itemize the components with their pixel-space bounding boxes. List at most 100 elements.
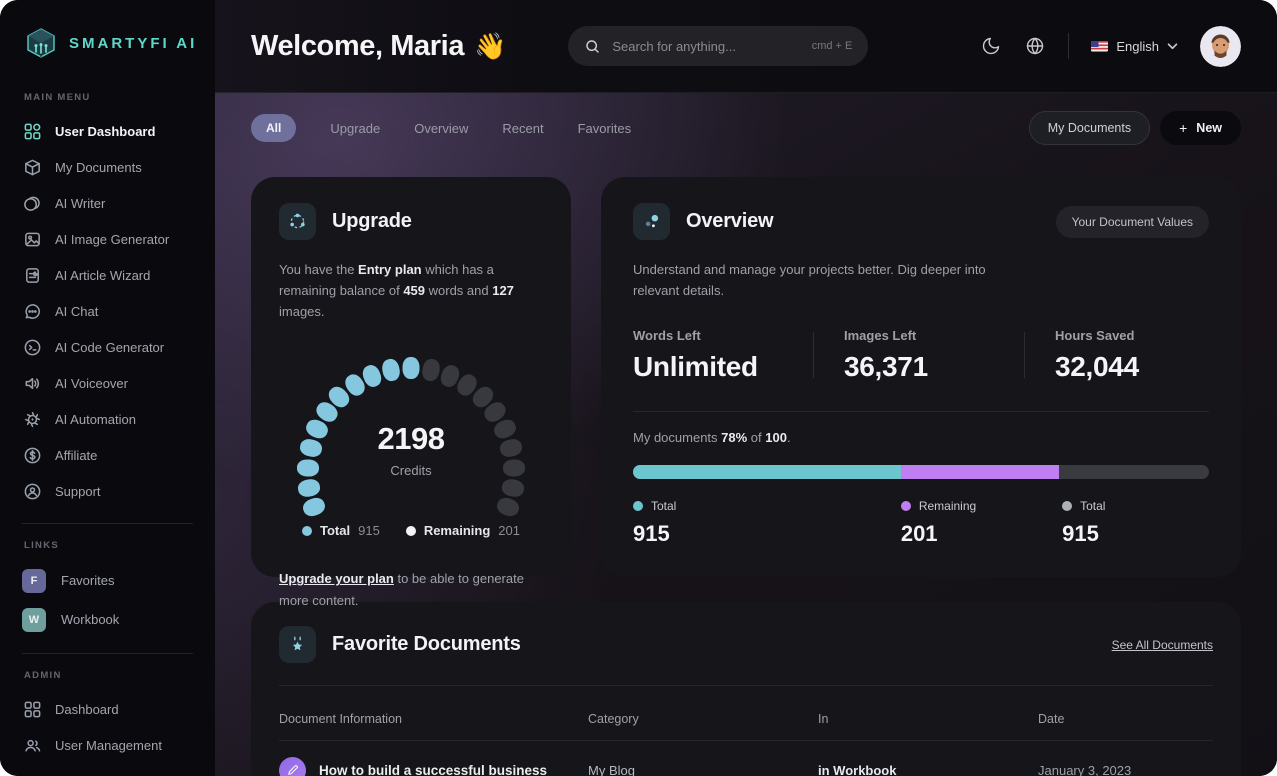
document-values-pill[interactable]: Your Document Values [1055, 205, 1209, 238]
table-header-row: Document Information Category In Date [279, 698, 1213, 740]
sidebar-item-ai-voiceover[interactable]: AI Voiceover [22, 365, 193, 401]
legend-dot [405, 525, 416, 536]
stat-divider [813, 332, 814, 379]
sidebar-item-favorites[interactable]: F Favorites [22, 561, 193, 600]
progress-legend-total: Total 915 [633, 498, 677, 546]
search-icon [584, 38, 601, 55]
sidebar-item-label: Workbook [61, 612, 120, 627]
code-icon [22, 337, 42, 357]
sidebar-item-user-management[interactable]: User Management [22, 727, 193, 763]
progress-segment-remaining [900, 464, 1060, 479]
page-title: Welcome, Maria 👋 [251, 30, 506, 63]
tab-all[interactable]: All [251, 114, 297, 142]
progress-legend-total-2: Total 915 [1062, 498, 1106, 546]
plus-icon: + [1179, 120, 1188, 136]
chat-icon [22, 301, 42, 321]
sidebar-item-ai-chat[interactable]: AI Chat [22, 293, 193, 329]
sidebar-item-label: AI Code Generator [55, 339, 165, 355]
sidebar-item-ai-article-wizard[interactable]: AI Article Wizard [22, 257, 193, 293]
gauge-legend: Total 915 Remaining 201 [279, 523, 543, 538]
documents-progress-bar [633, 464, 1209, 479]
sidebar-item-my-documents[interactable]: My Documents [22, 149, 193, 185]
document-date: January 3, 2023 [1038, 762, 1132, 776]
filter-tabs: All Upgrade Overview Recent Favorites [251, 114, 631, 142]
sidebar-item-label: Support [55, 483, 101, 499]
sidebar-item-admin-dashboard[interactable]: Dashboard [22, 691, 193, 727]
sidebar-item-label: Affiliate [55, 447, 98, 463]
sidebar-item-workbook[interactable]: W Workbook [22, 600, 193, 639]
column-document-information: Document Information [279, 712, 402, 726]
sidebar-item-ai-writer[interactable]: AI Writer [22, 185, 193, 221]
sidebar-item-support[interactable]: Support [22, 473, 193, 509]
sidebar-divider [22, 653, 193, 654]
table-row[interactable]: How to build a successful business My Bl… [279, 741, 1213, 776]
tab-favorites[interactable]: Favorites [578, 121, 631, 136]
stat-words-left: Words Left Unlimited [633, 327, 758, 382]
wave-emoji: 👋 [474, 30, 507, 61]
stat-hours-saved: Hours Saved 32,044 [1055, 327, 1139, 382]
us-flag-icon [1091, 40, 1109, 52]
column-category: Category [588, 712, 639, 726]
sidebar-item-user-dashboard[interactable]: User Dashboard [22, 113, 193, 149]
brand-logo: SMARTYFI AI [22, 24, 194, 62]
legend-dot [302, 525, 313, 536]
tab-recent[interactable]: Recent [502, 121, 543, 136]
stat-images-left: Images Left 36,371 [844, 327, 928, 382]
new-button-label: New [1196, 121, 1222, 135]
document-category: My Blog [588, 762, 635, 776]
language-selector[interactable]: English [1091, 37, 1178, 55]
overview-card-header: Overview Your Document Values [633, 203, 1209, 240]
credits-label: Credits [390, 463, 432, 479]
column-date: Date [1038, 712, 1065, 726]
article-icon [22, 265, 42, 285]
upgrade-note: Upgrade your plan to be able to generate… [279, 571, 524, 608]
favorite-documents-section: Favorite Documents See All Documents Doc… [251, 602, 1241, 776]
tab-upgrade[interactable]: Upgrade [330, 121, 380, 136]
upgrade-card: Upgrade You have the Entry plan which ha… [251, 177, 571, 608]
writer-icon [22, 193, 42, 213]
dots-cluster-icon [633, 203, 670, 240]
new-button[interactable]: + New [1160, 111, 1241, 145]
cube-logo-icon [22, 24, 60, 62]
sidebar-item-affiliate[interactable]: Affiliate [22, 437, 193, 473]
support-icon [22, 481, 42, 501]
see-all-documents-link[interactable]: See All Documents [1112, 638, 1213, 652]
greeting-text: Welcome, Maria [251, 29, 465, 62]
user-avatar[interactable] [1200, 25, 1241, 67]
sidebar-item-ai-automation[interactable]: AI Automation [22, 401, 193, 437]
sidebar-item-label: AI Writer [55, 195, 106, 211]
upgrade-card-title: Upgrade [332, 210, 412, 232]
credits-value: 2198 [377, 421, 445, 457]
search-shortcut: cmd + E [811, 40, 853, 52]
legend-remaining: Remaining 201 [405, 523, 520, 538]
upgrade-card-header: Upgrade [279, 203, 543, 240]
topbar: Welcome, Maria 👋 cmd + E [215, 0, 1277, 92]
workbook-badge: W [22, 607, 46, 632]
sidebar-item-label: Dashboard [55, 701, 119, 717]
search-bar[interactable]: cmd + E [568, 26, 869, 66]
globe-icon[interactable] [1024, 35, 1046, 57]
dashboard-content: All Upgrade Overview Recent Favorites My… [215, 92, 1277, 776]
speaker-icon [22, 373, 42, 393]
star-sparkle-icon [279, 626, 316, 663]
dollar-icon [22, 445, 42, 465]
sidebar-item-ai-code-generator[interactable]: AI Code Generator [22, 329, 193, 365]
links-label: LINKS [24, 540, 59, 551]
dark-mode-moon-icon[interactable] [980, 35, 1002, 57]
tab-overview[interactable]: Overview [414, 121, 468, 136]
dashboard-grid-icon [22, 699, 42, 719]
language-label: English [1116, 38, 1159, 54]
my-documents-note: My documents 78% of 100. [633, 429, 791, 445]
sidebar-item-label: AI Chat [55, 303, 99, 319]
sidebar-item-ai-image-generator[interactable]: AI Image Generator [22, 221, 193, 257]
my-documents-button[interactable]: My Documents [1028, 111, 1151, 145]
overview-card-title: Overview [686, 210, 774, 232]
favorites-badge: F [22, 568, 46, 593]
search-input[interactable] [610, 37, 803, 55]
main-column: Welcome, Maria 👋 cmd + E [215, 0, 1277, 776]
legend-dot [1062, 500, 1073, 511]
column-in: In [818, 712, 829, 726]
dashboard-grid-icon [22, 121, 42, 141]
app-window: SMARTYFI AI MAIN MENU User Dashboard My … [0, 0, 1277, 776]
upgrade-plan-link[interactable]: Upgrade your plan [279, 571, 394, 586]
